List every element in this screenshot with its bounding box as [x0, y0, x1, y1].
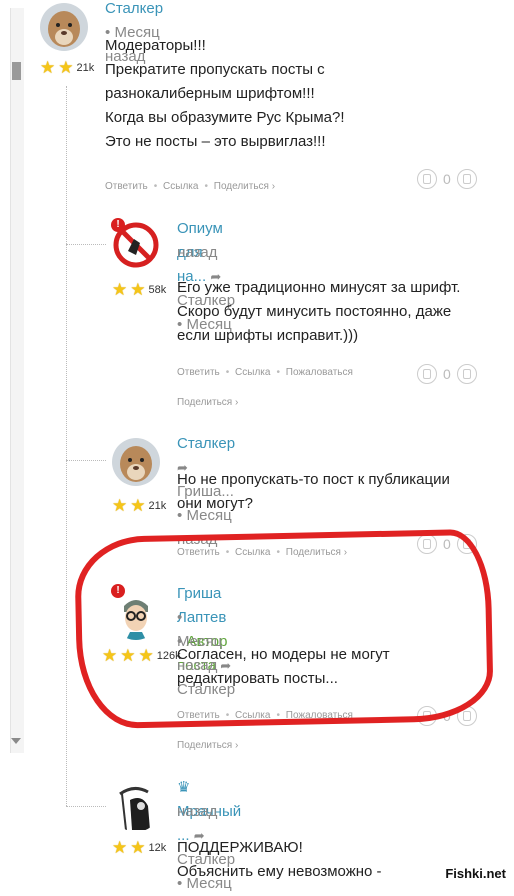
- comment-header-time: назад: [177, 241, 217, 265]
- avatar[interactable]: [112, 438, 160, 486]
- vote-count: 0: [443, 366, 451, 382]
- watermark: Fishki.net: [443, 866, 508, 881]
- rank-value: 12k: [148, 842, 167, 854]
- vote-widget: 0: [417, 169, 477, 189]
- scrollbar-track[interactable]: [10, 8, 24, 753]
- timestamp[interactable]: назад: [177, 244, 217, 261]
- share-link[interactable]: Поделиться ›: [177, 397, 238, 408]
- thread-line: [66, 86, 67, 806]
- share-link[interactable]: Поделиться ›: [177, 740, 238, 751]
- star-icon: ★: [130, 496, 146, 515]
- rank-value: 21k: [76, 62, 95, 74]
- user-rank: ★ ★ 21k: [112, 496, 167, 515]
- share-link[interactable]: Поделиться ›: [214, 181, 275, 192]
- cougar-avatar-icon: [112, 438, 160, 486]
- star-icon: ★: [130, 280, 146, 299]
- vote-count: 0: [443, 171, 451, 187]
- reply-link[interactable]: Ответить: [105, 181, 148, 192]
- comment-body: ПОДДЕРЖИВАЮ! Объяснить ему невозможно -: [177, 839, 382, 880]
- user-rank: ★ ★ 21k: [40, 58, 95, 77]
- comment-header-time: назад: [177, 800, 217, 824]
- star-icon: ★: [40, 58, 56, 77]
- comment-actions-share: Поделиться ›: [177, 397, 241, 408]
- reply-link[interactable]: Ответить: [177, 367, 220, 378]
- scrollbar[interactable]: [0, 0, 24, 885]
- crown-icon: ♛: [177, 779, 191, 796]
- avatar[interactable]: [40, 3, 88, 51]
- comment-actions: Ответить • Ссылка • Поделиться ›: [105, 181, 276, 192]
- timestamp[interactable]: назад: [177, 803, 217, 820]
- comment-actions-share: Поделиться ›: [177, 740, 241, 751]
- avatar[interactable]: [112, 784, 160, 832]
- thread-connector: [66, 460, 106, 461]
- user-rank: ★ ★ 58k: [112, 280, 167, 299]
- like-icon[interactable]: [417, 169, 437, 189]
- rank-value: 58k: [148, 284, 167, 296]
- vote-widget: 0: [417, 364, 477, 384]
- author-link[interactable]: Сталкер: [105, 0, 163, 17]
- comment-actions: Ответить • Ссылка • Пожаловаться: [177, 367, 353, 378]
- user-rank: ★ ★ 12k: [112, 838, 167, 857]
- thread-connector: [66, 806, 106, 807]
- report-link[interactable]: Пожаловаться: [286, 367, 353, 378]
- star-icon: ★: [112, 496, 128, 515]
- author-link[interactable]: Сталкер: [177, 435, 235, 452]
- link-link[interactable]: Ссылка: [235, 367, 270, 378]
- link-link[interactable]: Ссылка: [163, 181, 198, 192]
- comment-body: Модераторы!!! Прекратите пропускать пост…: [105, 37, 345, 150]
- alert-badge: !: [111, 218, 125, 232]
- like-icon[interactable]: [417, 364, 437, 384]
- scrollbar-thumb[interactable]: [12, 62, 21, 80]
- comment-body: Но не пропускать-то пост к публикации он…: [177, 471, 450, 512]
- cougar-avatar-icon: [40, 3, 88, 51]
- red-highlight-circle: [74, 528, 494, 730]
- star-icon: ★: [112, 280, 128, 299]
- thread-connector: [66, 244, 106, 245]
- rank-value: 21k: [148, 500, 167, 512]
- star-icon: ★: [130, 838, 146, 857]
- comment-body: Его уже традиционно минусят за шрифт. Ск…: [177, 279, 461, 344]
- grim-reaper-avatar-icon: [112, 784, 160, 832]
- star-icon: ★: [112, 838, 128, 857]
- dislike-icon[interactable]: [456, 169, 477, 189]
- scroll-down-arrow-icon[interactable]: [11, 738, 21, 744]
- star-icon: ★: [58, 58, 74, 77]
- dislike-icon[interactable]: [456, 364, 477, 384]
